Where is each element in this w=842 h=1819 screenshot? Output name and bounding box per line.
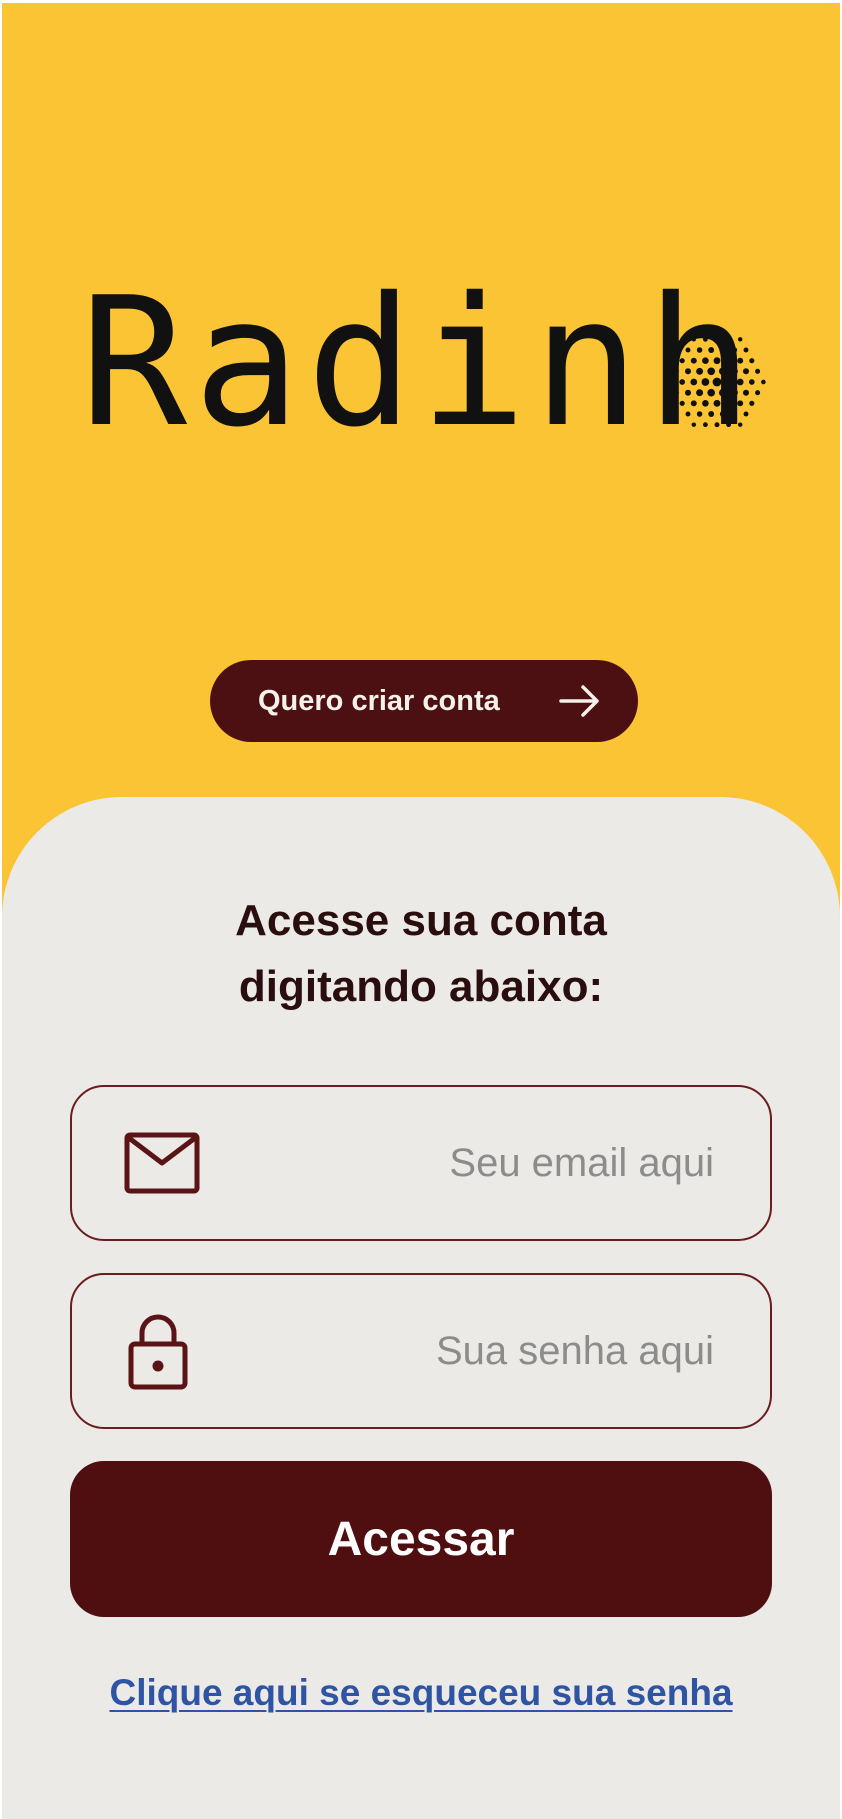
- logo-dot: [749, 358, 755, 364]
- forgot-password-area: Clique aqui se esqueceu sua senha: [0, 1668, 842, 1718]
- logo-dot: [713, 399, 721, 407]
- logo-dot: [737, 357, 744, 364]
- login-screen: Radinh Quero criar conta Acesse sua cont…: [0, 0, 842, 1819]
- login-heading: Acesse sua conta digitando abaixo:: [0, 888, 842, 1020]
- create-account-button[interactable]: Quero criar conta: [210, 660, 638, 742]
- logo-dot: [685, 411, 691, 417]
- logo-dot: [719, 347, 726, 353]
- logo-dot: [724, 378, 733, 386]
- create-account-label: Quero criar conta: [258, 684, 500, 717]
- logo-dot: [718, 367, 727, 376]
- logo-dot: [679, 400, 685, 406]
- email-field[interactable]: [70, 1085, 772, 1241]
- submit-button[interactable]: Acessar: [70, 1461, 772, 1617]
- logo-dot: [730, 367, 738, 375]
- logo-dot: [668, 379, 673, 385]
- logo-dot: [702, 422, 708, 428]
- logo-dots-icon: [668, 336, 766, 428]
- logo-dot: [685, 347, 691, 353]
- logo-dot: [748, 379, 755, 385]
- logo-dot: [743, 347, 749, 353]
- lock-icon: [128, 1314, 188, 1390]
- brand-logo: Radinh: [80, 259, 770, 466]
- logo-dot: [691, 337, 697, 342]
- logo-dot: [708, 411, 715, 417]
- logo-dot: [737, 422, 743, 427]
- logo-dot: [702, 399, 709, 407]
- logo-dot: [714, 422, 720, 428]
- logo-text: Radinh: [80, 259, 759, 466]
- logo-dot: [737, 400, 744, 407]
- logo-dot: [712, 377, 722, 387]
- logo-dot: [696, 347, 703, 353]
- logo-dot: [679, 358, 685, 364]
- logo-dot: [690, 357, 697, 364]
- logo-dot: [696, 389, 704, 397]
- submit-label: Acessar: [327, 1512, 515, 1566]
- logo-dot: [673, 390, 679, 396]
- forgot-password-link[interactable]: Clique aqui se esqueceu sua senha: [109, 1672, 732, 1713]
- logo-dot: [726, 422, 732, 428]
- logo-dot: [696, 411, 703, 417]
- logo-dot: [725, 399, 732, 407]
- logo-dot: [736, 378, 744, 386]
- login-heading-line-2: digitando abaixo:: [238, 962, 604, 1011]
- logo-dot: [737, 337, 743, 342]
- logo-dot: [708, 347, 715, 353]
- logo-dot: [730, 389, 738, 397]
- logo-dot: [690, 378, 698, 386]
- login-heading-line-1: Acesse sua conta: [235, 896, 607, 945]
- logo-dot: [679, 379, 686, 385]
- mail-icon: [124, 1132, 200, 1194]
- logo-dot: [742, 368, 750, 375]
- logo-dot: [691, 422, 697, 427]
- logo-dot: [702, 357, 709, 365]
- logo-dot: [731, 347, 738, 353]
- logo-dot: [707, 388, 716, 397]
- logo-dot: [701, 378, 710, 386]
- logo-dot: [731, 411, 738, 417]
- password-field[interactable]: [70, 1273, 772, 1429]
- logo-dot: [714, 336, 720, 342]
- logo-dot: [743, 411, 749, 417]
- logo-dot: [755, 390, 761, 396]
- logo-dot: [755, 368, 761, 374]
- logo-dot: [742, 389, 750, 396]
- password-input[interactable]: [274, 1310, 714, 1392]
- arrow-right-icon: [559, 685, 599, 717]
- logo-dot: [749, 400, 755, 406]
- logo-dot: [726, 336, 732, 342]
- logo-dot: [719, 411, 726, 417]
- logo-dot: [673, 368, 679, 374]
- logo-dot: [713, 357, 721, 365]
- logo-dot: [718, 388, 727, 397]
- logo-dot: [707, 367, 716, 376]
- logo-dot: [690, 400, 697, 407]
- logo-dot: [684, 368, 692, 375]
- logo-dot: [696, 367, 704, 375]
- logo-dot: [702, 336, 708, 342]
- logo-dot: [761, 379, 766, 385]
- logo-dot: [684, 389, 692, 396]
- email-input[interactable]: [274, 1122, 714, 1204]
- logo-dot: [725, 357, 732, 365]
